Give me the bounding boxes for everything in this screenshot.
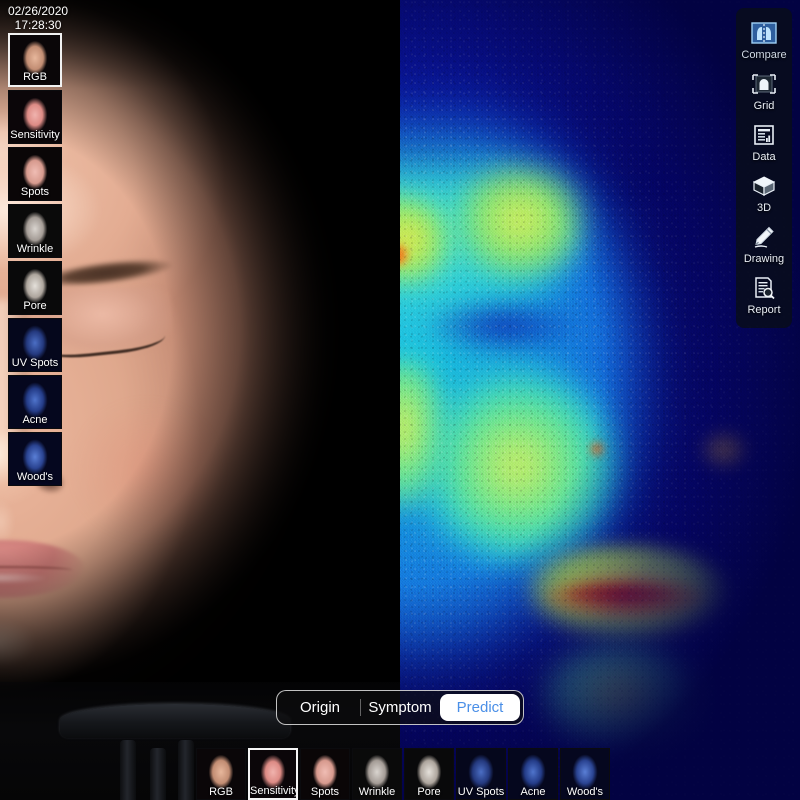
sidebar-item-rgb[interactable]: RGB: [8, 33, 62, 87]
tool-label: Compare: [741, 49, 786, 61]
tool-grid[interactable]: Grid: [736, 65, 792, 116]
filmstrip-item-label: RGB: [197, 785, 245, 799]
tools-panel: Compare Grid: [736, 8, 792, 328]
filmstrip-item-pore[interactable]: Pore: [404, 748, 454, 800]
sidebar-item-label: UV Spots: [9, 357, 61, 370]
compare-icon: [749, 19, 779, 47]
sidebar-item-pore[interactable]: Pore: [8, 261, 62, 315]
filmstrip-item-label: Acne: [509, 785, 557, 799]
filmstrip-item-label: UV Spots: [457, 785, 505, 799]
view-mode-symptom[interactable]: Symptom: [360, 694, 440, 721]
tool-label: Data: [752, 151, 775, 163]
filmstrip-item-sensitivity[interactable]: Sensitivity: [248, 748, 298, 800]
sidebar-item-sensitivity[interactable]: Sensitivity: [8, 90, 62, 144]
filmstrip-item-rgb[interactable]: RGB: [196, 748, 246, 800]
view-mode-predict[interactable]: Predict: [440, 694, 520, 721]
tool-label: Grid: [754, 100, 775, 112]
capture-date: 02/26/2020: [8, 4, 68, 18]
filmstrip-item-label: Wood's: [561, 785, 609, 799]
filmstrip-item-label: Wrinkle: [353, 785, 401, 799]
filmstrip-item-woods[interactable]: Wood's: [560, 748, 610, 800]
sidebar-item-label: Acne: [9, 414, 61, 427]
mode-sidebar: RGB Sensitivity Spots Wrinkle Pore UV Sp…: [8, 33, 62, 489]
sidebar-item-spots[interactable]: Spots: [8, 147, 62, 201]
filmstrip-item-acne[interactable]: Acne: [508, 748, 558, 800]
sidebar-item-uv-spots[interactable]: UV Spots: [8, 318, 62, 372]
view-mode-origin[interactable]: Origin: [280, 694, 360, 721]
sidebar-item-acne[interactable]: Acne: [8, 375, 62, 429]
pencil-icon: [749, 223, 779, 251]
tool-label: 3D: [757, 202, 771, 214]
cube-3d-icon: [749, 172, 779, 200]
tool-data[interactable]: Data: [736, 116, 792, 167]
tool-drawing[interactable]: Drawing: [736, 218, 792, 269]
data-icon: [749, 121, 779, 149]
filmstrip-item-label: Spots: [301, 785, 349, 799]
capture-timestamp: 02/26/2020 17:28:30: [8, 4, 68, 32]
skin-analysis-app: 02/26/2020 17:28:30 RGB Sensitivity Spot…: [0, 0, 800, 800]
filmstrip-item-spots[interactable]: Spots: [300, 748, 350, 800]
sidebar-item-label: Wrinkle: [9, 243, 61, 256]
sidebar-item-label: RGB: [10, 71, 60, 84]
sidebar-item-label: Spots: [9, 186, 61, 199]
tool-label: Drawing: [744, 253, 784, 265]
sidebar-item-woods[interactable]: Wood's: [8, 432, 62, 486]
view-mode-switch: Origin Symptom Predict: [276, 690, 524, 725]
filmstrip-item-uv-spots[interactable]: UV Spots: [456, 748, 506, 800]
grid-icon: [749, 70, 779, 98]
sidebar-item-label: Pore: [9, 300, 61, 313]
filmstrip-item-label: Pore: [405, 785, 453, 799]
filmstrip-item-wrinkle[interactable]: Wrinkle: [352, 748, 402, 800]
sidebar-item-label: Wood's: [9, 471, 61, 484]
tool-3d[interactable]: 3D: [736, 167, 792, 218]
report-icon: [749, 274, 779, 302]
bottom-filmstrip: RGB Sensitivity Spots Wrinkle Pore UV Sp…: [196, 748, 612, 800]
capture-time: 17:28:30: [8, 18, 68, 32]
tool-report[interactable]: Report: [736, 269, 792, 320]
sidebar-item-wrinkle[interactable]: Wrinkle: [8, 204, 62, 258]
filmstrip-item-label: Sensitivity: [250, 784, 296, 798]
tool-compare[interactable]: Compare: [736, 14, 792, 65]
tool-label: Report: [747, 304, 780, 316]
sidebar-item-label: Sensitivity: [9, 129, 61, 142]
